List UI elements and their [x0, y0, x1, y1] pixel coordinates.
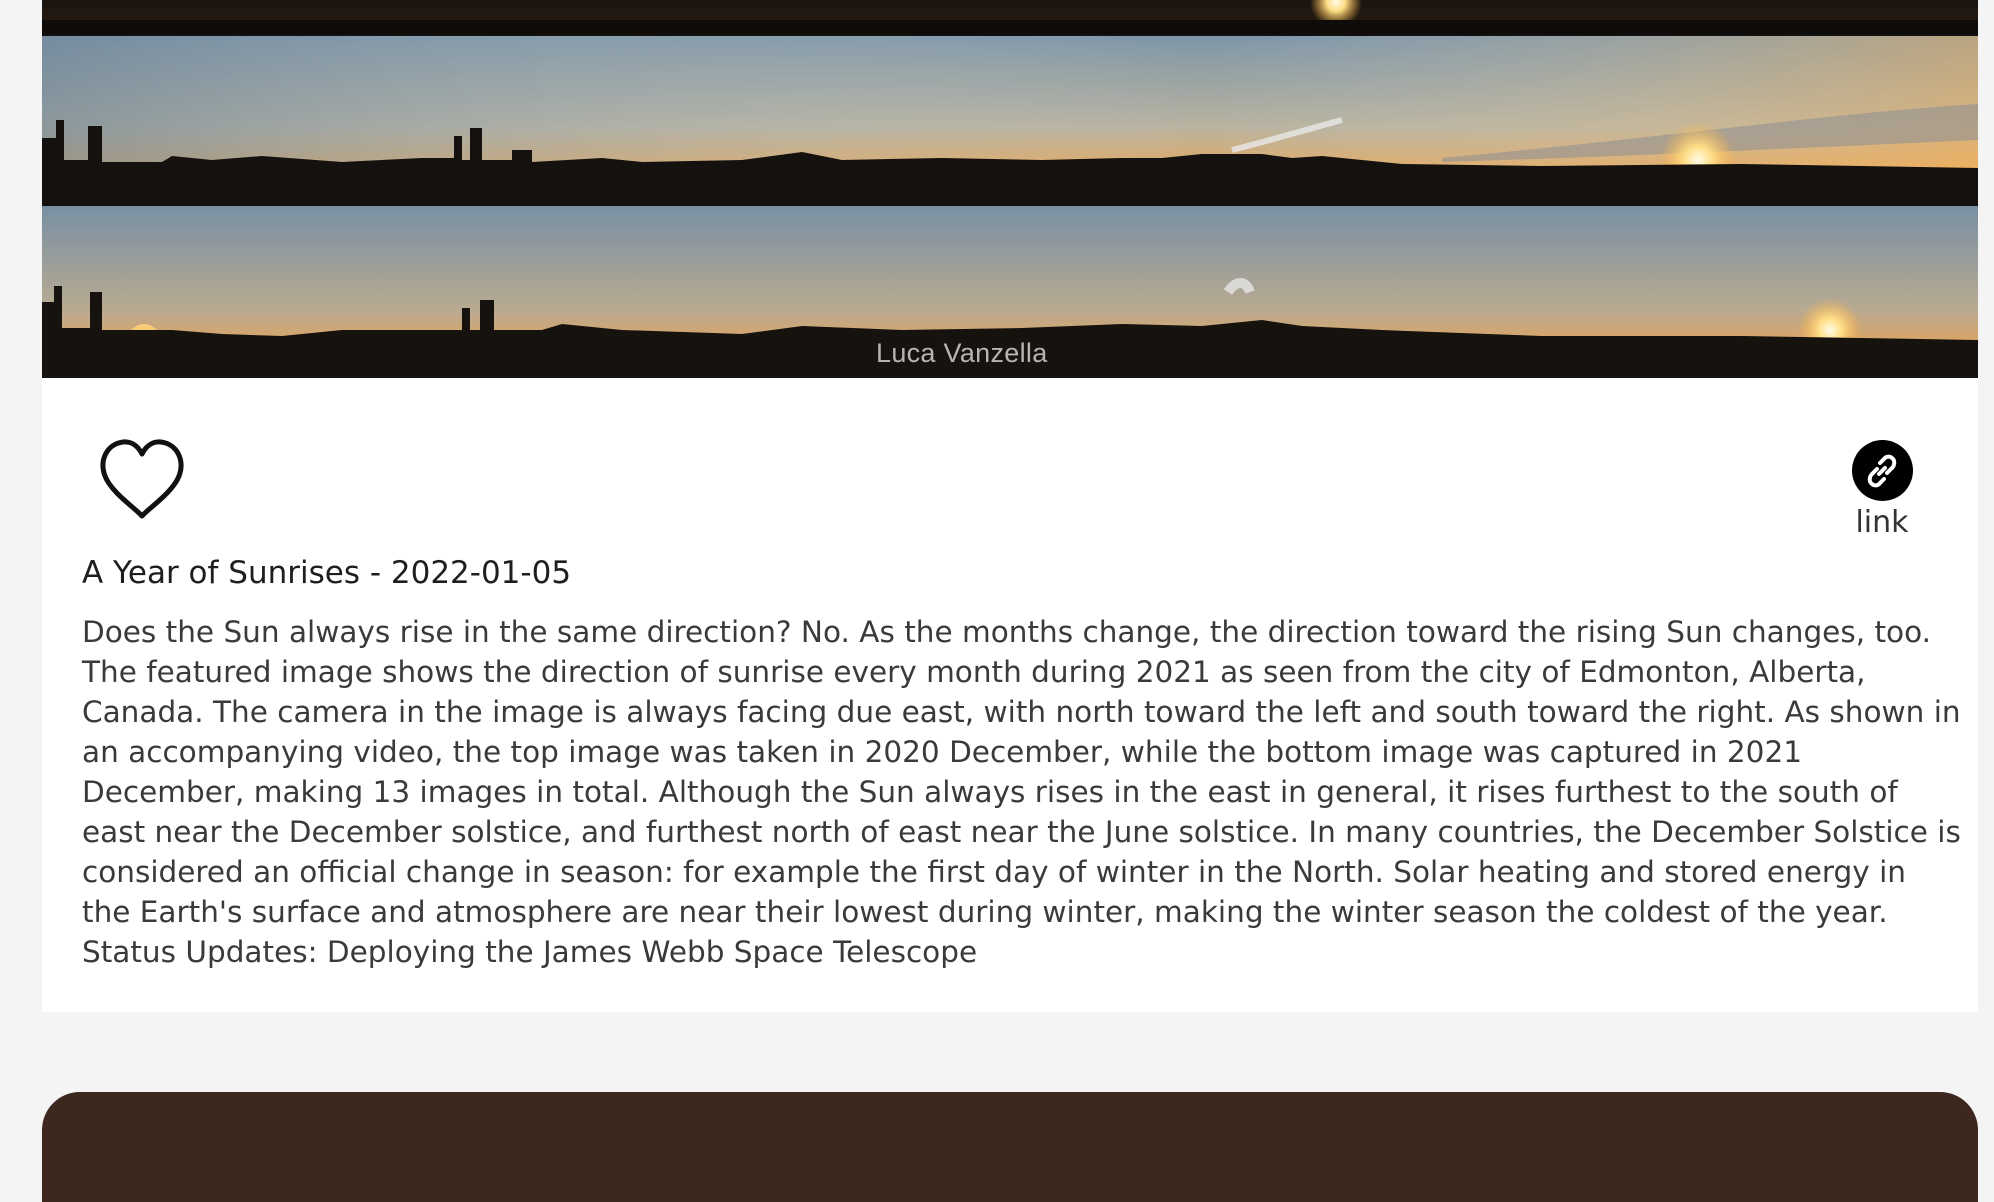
like-button[interactable]: [97, 436, 187, 522]
post-image[interactable]: Luca Vanzella: [42, 0, 1978, 378]
sunrise-panorama-image: [42, 0, 1978, 378]
link-button[interactable]: link: [1842, 440, 1922, 546]
apod-post-card: Luca Vanzella link A Year of Sunrises - …: [42, 0, 1978, 1012]
photo-credit: Luca Vanzella: [876, 338, 1048, 368]
post-description: Does the Sun always rise in the same dir…: [82, 615, 1961, 969]
heart-outline-icon: [100, 439, 184, 519]
page: Luca Vanzella link A Year of Sunrises - …: [0, 0, 1994, 1202]
link-icon: [1851, 440, 1913, 501]
next-post-card[interactable]: [42, 1092, 1978, 1202]
link-label: link: [1855, 505, 1909, 540]
post-title: A Year of Sunrises - 2022-01-05: [82, 555, 572, 591]
